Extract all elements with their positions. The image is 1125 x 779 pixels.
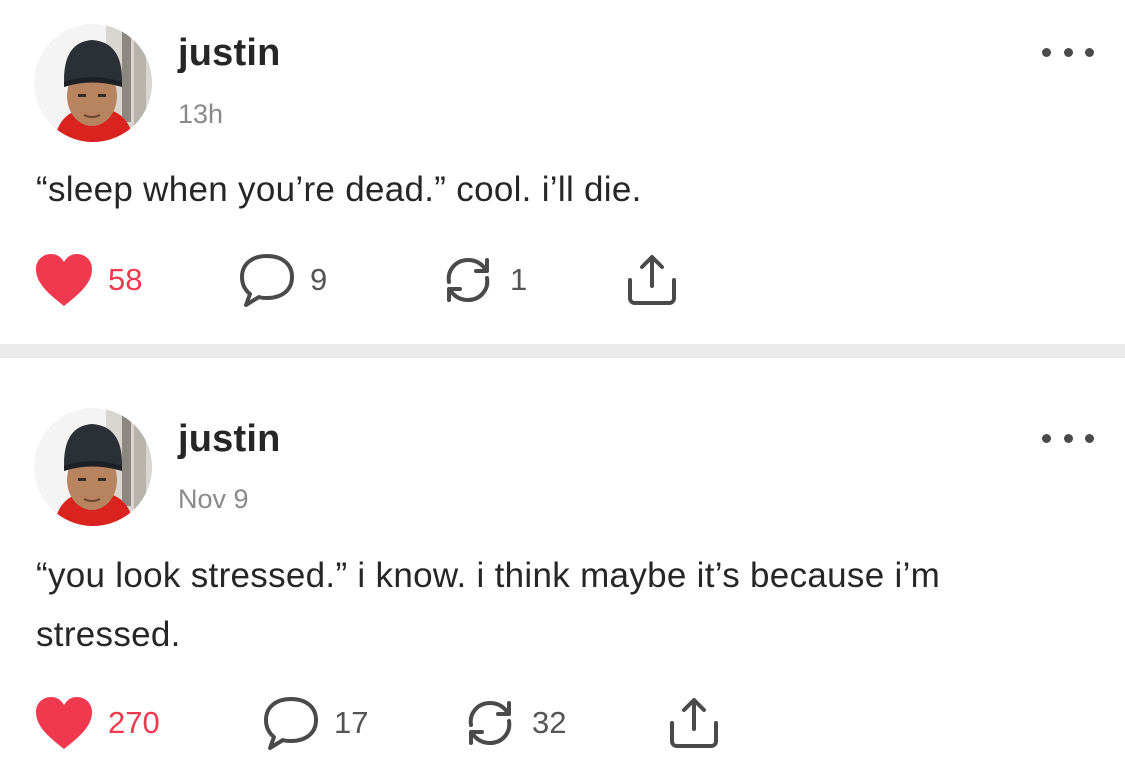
- repost-count: 32: [532, 705, 567, 740]
- share-button[interactable]: [666, 693, 722, 753]
- timestamp: 13h: [178, 99, 224, 129]
- repost-button[interactable]: 32: [462, 693, 566, 753]
- like-count: 58: [108, 262, 143, 297]
- share-icon: [670, 698, 718, 748]
- action-bar: 58 9 1: [0, 250, 1125, 310]
- post-text: “sleep when you’re dead.” cool. i’ll die…: [36, 170, 642, 209]
- repost-button[interactable]: 1: [440, 250, 527, 310]
- comment-count: 17: [334, 705, 369, 740]
- username[interactable]: justin: [178, 418, 281, 461]
- avatar[interactable]: [34, 408, 152, 526]
- avatar[interactable]: [34, 24, 152, 142]
- repost-count: 1: [510, 262, 528, 297]
- comment-icon: [240, 254, 294, 307]
- heart-icon: [36, 697, 92, 749]
- like-button[interactable]: 270: [34, 693, 160, 753]
- timestamp: Nov 9: [178, 484, 249, 514]
- share-button[interactable]: [624, 250, 680, 310]
- share-icon: [628, 255, 676, 305]
- like-button[interactable]: 58: [34, 250, 142, 310]
- action-bar: 270 17 32: [0, 693, 1125, 753]
- post-card[interactable]: justin 13h “sleep when you’re dead.” coo…: [0, 0, 1125, 344]
- repost-icon: [446, 257, 490, 303]
- more-icon[interactable]: [1042, 43, 1094, 61]
- heart-icon: [36, 254, 92, 306]
- like-count: 270: [108, 705, 160, 740]
- post-divider: [0, 344, 1125, 358]
- comment-button[interactable]: 17: [262, 693, 368, 753]
- post-text: “you look stressed.” i know. i think may…: [36, 556, 941, 654]
- comment-count: 9: [310, 262, 328, 297]
- more-icon[interactable]: [1042, 429, 1094, 447]
- username[interactable]: justin: [178, 32, 281, 75]
- post-card[interactable]: justin Nov 9 “you look stressed.” i know…: [0, 358, 1125, 779]
- comment-icon: [264, 697, 318, 750]
- comment-button[interactable]: 9: [238, 250, 327, 310]
- repost-icon: [468, 700, 512, 746]
